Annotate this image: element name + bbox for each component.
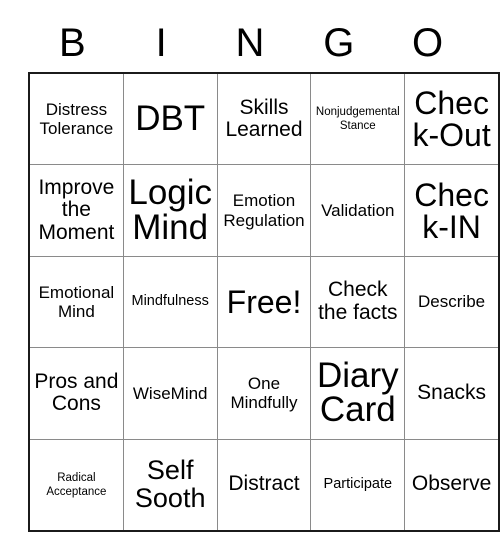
- bingo-cell[interactable]: Mindfulness: [122, 255, 218, 349]
- bingo-header-letter: N: [235, 21, 265, 65]
- bingo-cell[interactable]: Check-IN: [404, 164, 500, 257]
- bingo-cell[interactable]: Emotion Regulation: [216, 164, 312, 257]
- bingo-cell-label: One Mindfully: [230, 373, 298, 413]
- bingo-cell-label: Free!: [226, 283, 302, 320]
- bingo-cell-label: Logic Mind: [128, 173, 213, 247]
- bingo-cell-label: Radical Acceptance: [46, 471, 107, 498]
- bingo-cell[interactable]: Nonjudgemental Stance: [310, 72, 406, 166]
- bingo-header-letter: I: [155, 21, 167, 65]
- bingo-cell-label: Participate: [323, 476, 393, 493]
- bingo-cell[interactable]: Snacks: [404, 347, 500, 440]
- bingo-cell[interactable]: WiseMind: [122, 347, 218, 440]
- bingo-cell[interactable]: Check-Out: [404, 72, 500, 166]
- bingo-grid-body: Distress Tolerance DBT Skills Learned Nonju…: [28, 72, 500, 532]
- bingo-cell-label: Self Sooth: [134, 454, 206, 513]
- bingo-cell-label: WiseMind: [132, 383, 208, 403]
- bingo-cell-label: Mindfulness: [131, 293, 209, 310]
- bingo-cell-label: Snacks: [417, 381, 487, 405]
- bingo-cell[interactable]: Emotional Mind: [28, 255, 124, 349]
- bingo-cell[interactable]: Logic Mind: [122, 164, 218, 257]
- bingo-cell[interactable]: Describe: [404, 255, 500, 349]
- bingo-cell[interactable]: Pros and Cons: [28, 347, 124, 440]
- bingo-cell-label: Distress Tolerance: [39, 99, 114, 139]
- bingo-cell[interactable]: Distract: [216, 438, 312, 532]
- bingo-cell[interactable]: Free!: [216, 255, 312, 349]
- bingo-cell[interactable]: Distress Tolerance: [28, 72, 124, 166]
- bingo-row: Improve the Moment Logic Mind Emotion Regu…: [28, 164, 500, 257]
- bingo-cell-label: Check-Out: [412, 85, 491, 154]
- bingo-row: Emotional Mind Mindfulness Free! Check the …: [28, 255, 500, 349]
- bingo-cell[interactable]: Observe: [404, 438, 500, 532]
- bingo-cell-label: Improve the Moment: [38, 175, 115, 244]
- bingo-cell[interactable]: Skills Learned: [216, 72, 312, 166]
- bingo-cell-label: Validation: [321, 200, 395, 220]
- bingo-cell-label: Check-IN: [414, 176, 489, 245]
- bingo-cell[interactable]: Check the facts: [310, 255, 406, 349]
- bingo-cell-label: DBT: [135, 99, 206, 139]
- bingo-cell[interactable]: Radical Acceptance: [28, 438, 124, 532]
- bingo-cell[interactable]: One Mindfully: [216, 347, 312, 440]
- bingo-cell[interactable]: Validation: [310, 164, 406, 257]
- bingo-cell[interactable]: Diary Card: [310, 347, 406, 440]
- bingo-cell-label: Emotional Mind: [38, 282, 115, 321]
- bingo-row: Radical Acceptance Self Sooth Distract Part…: [28, 438, 500, 532]
- bingo-cell-label: Describe: [418, 292, 486, 312]
- bingo-cell-label: Skills Learned: [225, 95, 303, 142]
- bingo-cell-label: Check the facts: [318, 278, 398, 324]
- bingo-header-letter: G: [323, 21, 355, 65]
- bingo-cell-label: Observe: [411, 472, 492, 496]
- bingo-cell-label: Nonjudgemental Stance: [315, 106, 400, 133]
- bingo-header-letter: B: [59, 21, 86, 65]
- bingo-cell-label: Distract: [228, 472, 300, 496]
- bingo-row: Distress Tolerance DBT Skills Learned Nonju…: [28, 72, 500, 166]
- bingo-card: B I N G O Distress Tolerance DBT Skills Learne…: [28, 14, 500, 532]
- bingo-cell-label: Diary Card: [316, 356, 399, 430]
- bingo-header-letter: O: [412, 21, 444, 65]
- bingo-cell[interactable]: DBT: [122, 72, 218, 166]
- bingo-grid: Distress Tolerance DBT Skills Learned Nonju…: [28, 72, 500, 532]
- bingo-header: BINGO: [28, 14, 472, 72]
- bingo-cell[interactable]: Self Sooth: [122, 438, 218, 532]
- bingo-cell[interactable]: Improve the Moment: [28, 164, 124, 257]
- bingo-cell-label: Emotion Regulation: [223, 191, 305, 230]
- bingo-cell[interactable]: Participate: [310, 438, 406, 532]
- bingo-row: Pros and Cons WiseMind One Mindfully Diary …: [28, 347, 500, 440]
- bingo-cell-label: Pros and Cons: [34, 369, 119, 416]
